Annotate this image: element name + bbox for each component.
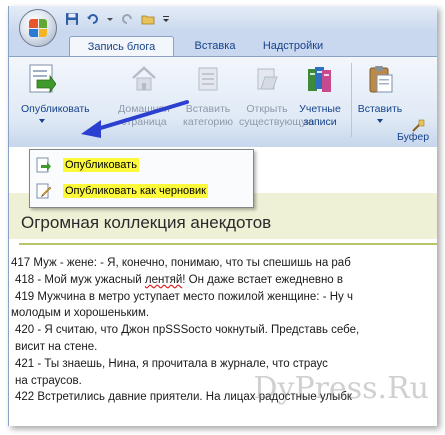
- tab-insert[interactable]: Вставка: [185, 36, 245, 56]
- paste-dropdown-icon[interactable]: [353, 116, 407, 128]
- word-window: Запись блога Вставка Надстройки Опублико…: [8, 6, 437, 426]
- text-line: 419 Мужчина в метро уступает место пожил…: [15, 290, 353, 303]
- watermark: DyPress.Ru: [253, 371, 429, 406]
- tab-blog-post[interactable]: Запись блога: [69, 36, 174, 57]
- text-line: молодым и хорошеньким.: [11, 307, 150, 320]
- menu-item-publish-draft-label: Опубликовать как черновик: [63, 184, 208, 198]
- post-title[interactable]: Огромная коллекция анекдотов: [21, 213, 271, 233]
- home-page-label-line2: страница: [121, 116, 167, 128]
- paste-label: Вставить: [357, 103, 403, 115]
- customize-qat-icon[interactable]: [162, 12, 170, 26]
- publish-draft-icon: [36, 183, 52, 199]
- home-icon: [130, 63, 158, 95]
- publish-icon: [36, 157, 52, 173]
- clipboard-group-label: Буфер: [397, 131, 430, 143]
- quick-access-toolbar: [65, 10, 170, 28]
- insert-category-icon: [194, 63, 222, 95]
- undo-dropdown-icon[interactable]: [107, 12, 113, 26]
- spelling-error[interactable]: лентяй: [145, 274, 182, 286]
- tab-addins[interactable]: Надстройки: [255, 36, 331, 56]
- text-line: висит на стене.: [15, 340, 98, 353]
- save-icon[interactable]: [65, 12, 79, 26]
- undo-icon[interactable]: [86, 12, 100, 26]
- publish-button[interactable]: Опубликовать: [11, 57, 90, 141]
- paste-clipboard-icon: [366, 63, 394, 95]
- typed-text-with-cursor: прSSSосто: [152, 324, 212, 337]
- accounts-button[interactable]: Учетные записи: [293, 57, 347, 141]
- accounts-icon: [306, 63, 334, 95]
- menu-item-publish-draft[interactable]: Опубликовать как черновик: [30, 179, 253, 203]
- text-line: 418 - Мой муж ужасный лентяй! Он даже вс…: [15, 273, 343, 286]
- text-line: 417 Муж - жене: - Я, конечно, понимаю, ч…: [11, 257, 351, 269]
- open-existing-icon: [253, 63, 281, 95]
- publish-label: Опубликовать: [21, 103, 90, 115]
- open-existing-button[interactable]: Открыть существующую: [239, 57, 315, 141]
- publish-icon: [28, 63, 57, 95]
- office-logo-icon: [29, 19, 47, 37]
- insert-category-label-line1: Вставить: [185, 103, 231, 115]
- title-underline: [19, 243, 437, 245]
- redo-icon[interactable]: [120, 12, 134, 26]
- office-button[interactable]: [19, 9, 57, 47]
- ribbon: Опубликовать Домашняя страница Вставить …: [9, 56, 437, 148]
- insert-category-label-line2: категорию: [183, 116, 233, 128]
- ribbon-group-divider: [351, 63, 352, 137]
- open-existing-label-line1: Открыть: [246, 103, 288, 115]
- menu-item-publish-label: Опубликовать: [63, 158, 139, 172]
- paste-button[interactable]: Вставить: [353, 57, 407, 141]
- text-line: 420 - Я считаю, что Джон прSSSосто чокну…: [15, 324, 360, 337]
- publish-dropdown-icon[interactable]: [11, 116, 73, 128]
- accounts-label-line1: Учетные: [299, 103, 341, 115]
- home-page-button[interactable]: Домашняя страница: [109, 57, 179, 141]
- insert-category-button[interactable]: Вставить категорию: [174, 57, 242, 141]
- open-existing-label-line2: существующую: [239, 116, 315, 128]
- open-folder-icon[interactable]: [141, 12, 155, 26]
- home-page-label-line1: Домашняя: [118, 103, 170, 115]
- title-bar: [9, 6, 437, 32]
- ribbon-tabs: Запись блога Вставка Надстройки: [9, 32, 437, 57]
- publish-dropdown-menu: Опубликовать Опубликовать как черновик: [29, 149, 254, 208]
- menu-item-publish[interactable]: Опубликовать: [30, 153, 253, 177]
- accounts-label-line2: записи: [303, 116, 337, 128]
